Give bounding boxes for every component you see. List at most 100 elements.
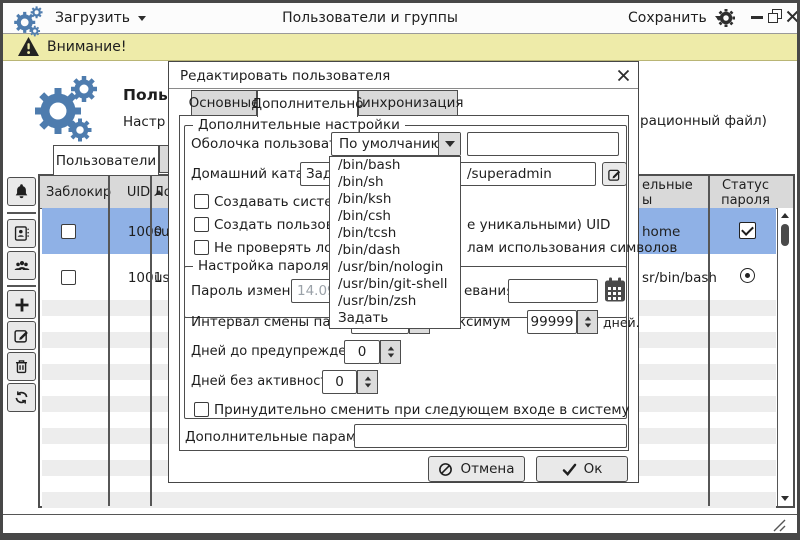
inactive-days-value: 0 (335, 374, 344, 390)
check-icon (562, 463, 577, 476)
cancel-button[interactable]: Отмена (428, 456, 525, 482)
shell-option-set-custom[interactable]: Задать (330, 310, 460, 327)
shell-option[interactable]: /bin/dash (330, 242, 460, 259)
delete-user-button[interactable] (7, 352, 36, 381)
row-blocked-checkbox[interactable] (61, 224, 76, 239)
scroll-up-icon[interactable] (781, 213, 789, 218)
skip-login-check-checkbox[interactable] (194, 240, 209, 255)
extra-params-input[interactable] (354, 424, 627, 448)
chevron-down-icon (445, 141, 455, 147)
ok-button[interactable]: Ок (536, 456, 628, 482)
table-scrollbar[interactable] (777, 208, 793, 506)
skip-login-check-label-fragment-right: лам использования символов (467, 240, 677, 256)
home-dir-edit-button[interactable] (602, 162, 627, 186)
dialog-tab-sync[interactable]: Синхронизация (358, 90, 458, 116)
users-group-icon (13, 257, 31, 275)
password-status-radio[interactable] (740, 268, 755, 283)
dialog-close-button[interactable] (617, 69, 630, 82)
save-menu-button[interactable]: Сохранить (628, 8, 723, 28)
shell-option[interactable]: /bin/sh (330, 174, 460, 191)
shell-option[interactable]: /bin/ksh (330, 191, 460, 208)
warn-days-value: 0 (358, 344, 367, 360)
refresh-button[interactable] (7, 383, 36, 412)
status-bar (3, 514, 797, 537)
dialog-title-divider (169, 88, 638, 89)
close-icon (619, 71, 629, 81)
resize-grip[interactable] (771, 517, 787, 533)
plus-icon (14, 297, 30, 313)
notifications-button[interactable] (7, 177, 36, 206)
page-subtitle-right-fragment: рационный файл) (640, 113, 767, 129)
spin-down-icon (584, 324, 590, 328)
shell-option[interactable]: /bin/tcsh (330, 225, 460, 242)
combobox-arrow-button[interactable] (438, 133, 460, 155)
radio-dot-icon (745, 273, 750, 278)
group-legend: Дополнительные настройки (193, 117, 405, 133)
cancel-icon (438, 462, 453, 477)
duplicate-uid-label-fragment-right: е уникальными) UID (467, 217, 610, 233)
row-blocked-checkbox[interactable] (61, 270, 76, 285)
inactive-days-spin-buttons[interactable] (357, 370, 378, 394)
maximize-button[interactable] (768, 9, 782, 23)
edit-pencil-icon (607, 167, 622, 182)
calendar-button[interactable] (604, 277, 626, 303)
contact-card-icon (13, 225, 30, 242)
warn-days-spinner[interactable]: 0 (344, 340, 380, 364)
warning-text: Внимание! (47, 39, 126, 55)
col-header-extra-fragment[interactable]: ельные ы (642, 178, 693, 208)
row-extra-fragment: home (642, 224, 680, 240)
app-window: Загрузить Пользователи и группы Сохранит… (0, 0, 800, 540)
scroll-down-icon[interactable] (781, 496, 789, 501)
shell-option[interactable]: /usr/bin/zsh (330, 293, 460, 310)
add-user-button[interactable] (7, 290, 36, 319)
inactive-days-spinner[interactable]: 0 (322, 370, 357, 394)
table-empty-row (42, 492, 776, 508)
close-window-button[interactable] (786, 10, 799, 23)
edit-user-dialog: Редактировать пользователя Основные Допо… (168, 61, 639, 483)
force-change-label: Принудительно сменить при следующем вход… (214, 402, 630, 418)
duplicate-uid-checkbox[interactable] (194, 217, 209, 232)
bell-icon (13, 183, 30, 200)
row-extra-fragment: sr/bin/bash (642, 270, 717, 286)
warn-days-spin-buttons[interactable] (380, 340, 401, 364)
groups-button[interactable] (7, 251, 36, 280)
dialog-title: Редактировать пользователя (180, 68, 390, 84)
spin-up-icon (584, 317, 590, 321)
expire-date-input[interactable] (508, 279, 598, 303)
shell-option[interactable]: /usr/bin/nologin (330, 259, 460, 276)
toolbar-divider (7, 285, 36, 287)
user-card-button[interactable] (7, 219, 36, 248)
interval-max-spin-buttons[interactable] (577, 310, 598, 334)
spin-up-icon (364, 377, 370, 381)
toolbar-divider (7, 212, 36, 214)
force-change-checkbox[interactable] (194, 402, 209, 417)
col-header-password-status[interactable]: Статус пароля (710, 178, 781, 208)
inactive-days-label: Дней без активности: (191, 374, 341, 389)
tab-users[interactable]: Пользователи (53, 145, 159, 175)
create-system-user-checkbox[interactable] (194, 194, 209, 209)
column-divider (708, 176, 710, 506)
shell-option[interactable]: /bin/csh (330, 208, 460, 225)
settings-gear-icon[interactable] (716, 8, 736, 28)
save-menu-label: Сохранить (628, 10, 707, 26)
edit-user-button[interactable] (7, 321, 36, 350)
col-header-blocked[interactable]: Заблокир (46, 185, 111, 200)
minimize-button[interactable] (751, 16, 763, 19)
group-legend: Настройка пароля (193, 258, 334, 274)
interval-max-value: 99999 (531, 314, 574, 330)
shell-combobox-value: По умолчанию (332, 136, 442, 152)
dialog-tab-advanced[interactable]: Дополнительно (257, 90, 358, 117)
password-status-checked-checkbox[interactable] (739, 222, 756, 239)
shell-combobox[interactable]: По умолчанию (331, 132, 461, 156)
scrollbar-thumb[interactable] (781, 224, 789, 246)
edit-pencil-icon (13, 327, 30, 344)
dialog-tab-main[interactable]: Основные (191, 90, 257, 116)
shell-option[interactable]: /bin/bash (330, 157, 460, 174)
shell-custom-input[interactable] (467, 132, 619, 156)
app-logo-gears-icon (11, 5, 43, 37)
interval-max-spinner[interactable]: 99999 (527, 310, 577, 334)
shell-option[interactable]: /usr/bin/git-shell (330, 276, 460, 293)
interval-suffix-label: дней. (603, 315, 640, 330)
page-logo-gears-icon (28, 73, 98, 143)
column-divider (150, 176, 152, 506)
